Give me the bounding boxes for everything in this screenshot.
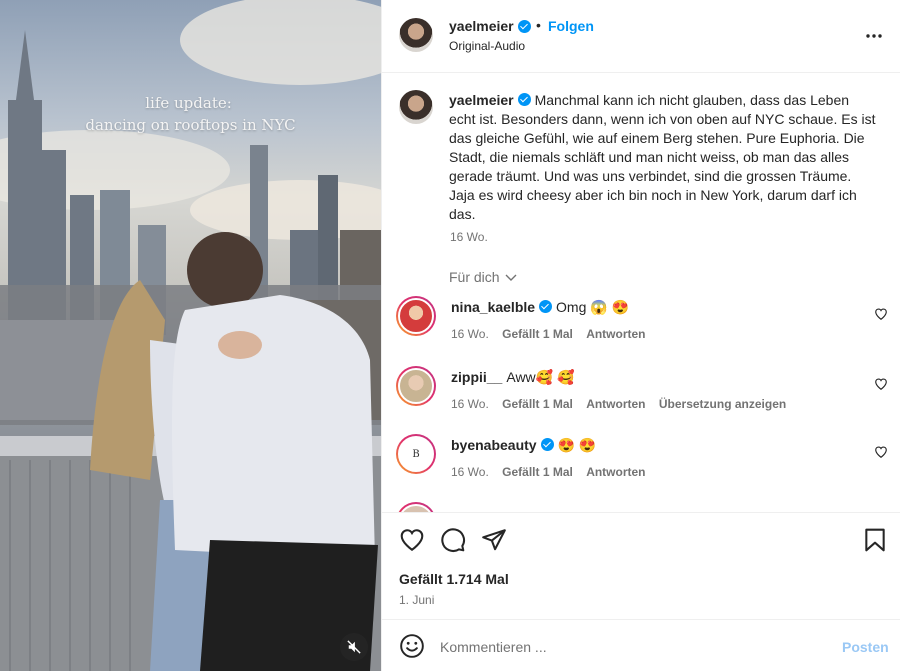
translate-button[interactable]: Übersetzung anzeigen bbox=[659, 397, 786, 411]
caption-timestamp[interactable]: 16 Wo. bbox=[450, 230, 488, 244]
comment-likes[interactable]: Gefällt 1 Mal bbox=[502, 397, 573, 411]
comment-meta: 16 Wo. Gefällt 1 Mal Antworten Übersetzu… bbox=[451, 397, 796, 411]
comment-time[interactable]: 16 Wo. bbox=[451, 327, 489, 341]
comment-input[interactable] bbox=[440, 636, 820, 658]
verified-badge-icon bbox=[539, 300, 553, 313]
svg-text:B: B bbox=[412, 449, 419, 460]
verified-badge-icon bbox=[518, 20, 531, 33]
commenter-avatar[interactable] bbox=[396, 296, 436, 336]
comment-meta: 16 Wo. Gefällt 1 Mal Antworten bbox=[451, 465, 656, 479]
commenter-avatar[interactable] bbox=[396, 502, 436, 512]
comment-body: Aww🥰 🥰 bbox=[506, 369, 575, 385]
like-comment-heart-icon[interactable] bbox=[874, 377, 888, 391]
commenter-avatar[interactable]: B bbox=[396, 434, 436, 474]
post-details-panel: yaelmeier • Folgen Original-Audio yaelme… bbox=[381, 0, 900, 671]
comment-composer: Posten bbox=[382, 620, 900, 671]
comment-text: zippii__ Aww🥰 🥰 bbox=[451, 369, 574, 386]
comment-time[interactable]: 16 Wo. bbox=[451, 465, 489, 479]
video-overlay-line1: life update: bbox=[145, 94, 232, 112]
comment-filter-label: Für dich bbox=[449, 269, 500, 285]
comment-body: Omg 😱 😍 bbox=[556, 299, 630, 315]
emoji-smiley-icon[interactable] bbox=[399, 633, 425, 659]
caption-username[interactable]: yaelmeier bbox=[449, 92, 514, 108]
post-date[interactable]: 1. Juni bbox=[399, 593, 434, 607]
bookmark-save-icon[interactable] bbox=[862, 527, 888, 553]
commenter-avatar[interactable] bbox=[396, 366, 436, 406]
post-dialog: life update: dancing on rooftops in NYC … bbox=[0, 0, 900, 671]
comments-scroll-area[interactable]: yaelmeier Manchmal kann ich nicht glauben… bbox=[382, 74, 900, 512]
comment-text: nina_kaelble Omg 😱 😍 bbox=[451, 299, 629, 316]
comment-item: nina_kaelble Omg 😱 😍 16 Wo. Gefällt 1 Mal… bbox=[382, 296, 900, 356]
comment-bubble-icon[interactable] bbox=[440, 527, 466, 553]
comment-likes[interactable]: Gefällt 1 Mal bbox=[502, 465, 573, 479]
commenter-username[interactable]: byenabeauty bbox=[451, 437, 537, 453]
reply-button[interactable]: Antworten bbox=[586, 465, 645, 479]
verified-badge-icon bbox=[517, 93, 531, 106]
audio-link[interactable]: Original-Audio bbox=[449, 39, 525, 53]
like-heart-icon[interactable] bbox=[399, 527, 425, 553]
speaker-muted-icon bbox=[347, 640, 361, 654]
video-overlay-line2: dancing on rooftops in NYC bbox=[85, 116, 296, 134]
post-comment-button[interactable]: Posten bbox=[842, 639, 889, 655]
more-options-icon[interactable] bbox=[864, 26, 884, 46]
comment-filter-dropdown[interactable]: Für dich bbox=[449, 269, 517, 285]
comment-item: zippii__ Aww🥰 🥰 16 Wo. Gefällt 1 Mal Antw… bbox=[382, 366, 900, 426]
comment-body: 😍 😍 bbox=[557, 437, 597, 453]
post-caption: yaelmeier Manchmal kann ich nicht glauben… bbox=[449, 91, 879, 224]
reply-button[interactable]: Antworten bbox=[586, 327, 645, 341]
mute-button[interactable] bbox=[340, 633, 368, 661]
author-username[interactable]: yaelmeier bbox=[449, 18, 514, 34]
share-send-icon[interactable] bbox=[481, 527, 507, 553]
like-comment-heart-icon[interactable] bbox=[874, 445, 888, 459]
caption-avatar[interactable] bbox=[399, 90, 433, 124]
likes-count[interactable]: Gefällt 1.714 Mal bbox=[399, 571, 509, 587]
like-comment-heart-icon[interactable] bbox=[874, 307, 888, 321]
commenter-username[interactable]: nina_kaelble bbox=[451, 299, 535, 315]
comment-text: byenabeauty 😍 😍 bbox=[451, 437, 596, 454]
header-separator: • bbox=[536, 17, 541, 33]
post-actions: Gefällt 1.714 Mal 1. Juni bbox=[382, 512, 900, 620]
verified-badge-icon bbox=[540, 438, 554, 451]
follow-button[interactable]: Folgen bbox=[548, 18, 594, 34]
chevron-down-icon bbox=[505, 274, 517, 281]
post-video[interactable]: life update: dancing on rooftops in NYC bbox=[0, 0, 381, 671]
reply-button[interactable]: Antworten bbox=[586, 397, 645, 411]
comment-item: B byenabeauty 😍 😍 16 Wo. Gefällt 1 Mal An… bbox=[382, 434, 900, 494]
comment-likes[interactable]: Gefällt 1 Mal bbox=[502, 327, 573, 341]
comment-time[interactable]: 16 Wo. bbox=[451, 397, 489, 411]
post-header: yaelmeier • Folgen Original-Audio bbox=[382, 0, 900, 73]
commenter-username[interactable]: zippii__ bbox=[451, 369, 502, 385]
author-avatar[interactable] bbox=[399, 18, 433, 52]
brand-logo-icon: B bbox=[412, 449, 419, 460]
comment-meta: 16 Wo. Gefällt 1 Mal Antworten bbox=[451, 327, 656, 341]
caption-text: Manchmal kann ich nicht glauben, dass da… bbox=[449, 92, 876, 222]
